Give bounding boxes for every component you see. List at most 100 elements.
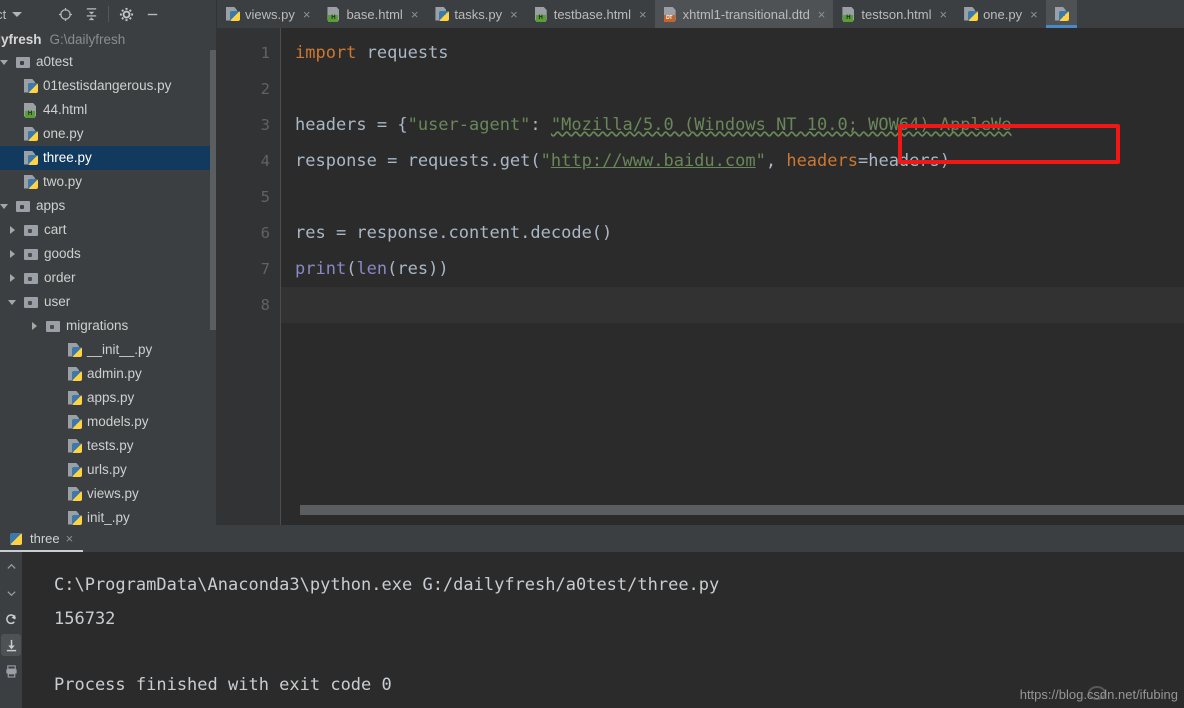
tree-row[interactable]: apps.py [0, 386, 216, 410]
tree-item-label: order [44, 270, 76, 286]
editor-tab-base-html[interactable]: base.html × [318, 0, 427, 28]
tree-row[interactable]: urls.py [0, 458, 216, 482]
tree-row[interactable]: 44.html [0, 98, 216, 122]
project-file-tree: a0test 01testisdangerous.py 44.html one.py t… [0, 50, 216, 525]
chevron-down-icon[interactable] [0, 201, 11, 212]
project-root-path: G:\dailyfresh [49, 31, 126, 47]
python-file-icon [964, 7, 979, 22]
editor-tab-partial-next[interactable] [1045, 0, 1077, 28]
chevron-right-icon[interactable] [8, 225, 19, 236]
tree-row[interactable]: __init__.py [0, 338, 216, 362]
tree-item-label: cart [44, 222, 67, 238]
chevron-down-icon[interactable] [1, 582, 21, 604]
tree-row[interactable]: models.py [0, 410, 216, 434]
project-panel-title[interactable]: ject [0, 7, 23, 22]
settings-gear-icon[interactable] [113, 1, 139, 27]
locate-icon[interactable] [52, 1, 78, 27]
python-file-icon [68, 343, 82, 358]
code-editor: 1 2 3 4 5 6 7 8 import requests headers = {"user… [216, 28, 1184, 525]
chevron-right-icon[interactable] [8, 273, 19, 284]
editor-tab-label: one.py [983, 6, 1023, 22]
tree-row-selected[interactable]: three.py [0, 146, 216, 170]
run-console-output[interactable]: C:\ProgramData\Anaconda3\python.exe G:/d… [22, 552, 1184, 708]
code-line-3: headers = {"user-agent": "Mozilla/5.0 (W… [281, 107, 1184, 143]
tree-item-label: three.py [43, 150, 92, 166]
code-line-4: response = requests.get("http://www.baid… [281, 143, 1184, 179]
editor-tab-xhtml1-transitional-dtd[interactable]: xhtml1-transitional.dtd × [654, 0, 834, 28]
project-root-row[interactable]: ailyfresh G:\dailyfresh [0, 28, 216, 50]
scroll-to-end-icon[interactable] [1, 634, 21, 656]
close-icon[interactable]: × [411, 8, 419, 21]
python-file-icon [68, 367, 82, 382]
line-number: 6 [260, 224, 270, 242]
code-token: " [755, 151, 766, 171]
close-icon[interactable]: × [939, 8, 947, 21]
tree-row[interactable]: goods [0, 242, 216, 266]
tree-item-label: user [44, 294, 71, 310]
tree-row[interactable]: two.py [0, 170, 216, 194]
code-token: " [540, 151, 551, 171]
tree-item-label: 44.html [43, 102, 88, 118]
chevron-down-icon[interactable] [12, 11, 23, 17]
code-line-6: res = response.content.decode() [281, 215, 1184, 251]
watermark-text: https://blog.csdn.net/ifubing [1019, 687, 1178, 702]
tree-row[interactable]: user [0, 290, 216, 314]
rerun-icon[interactable] [1, 608, 21, 630]
editor-tab-tasks-py[interactable]: tasks.py × [426, 0, 526, 28]
tree-row[interactable]: migrations [0, 314, 216, 338]
rerun-icon-svg [5, 613, 16, 624]
python-file-icon [1055, 7, 1069, 22]
tree-row[interactable]: init_.py [0, 506, 216, 525]
tree-row[interactable]: cart [0, 218, 216, 242]
tree-row[interactable]: order [0, 266, 216, 290]
chevron-right-icon[interactable] [30, 321, 41, 332]
editor-code-area[interactable]: import requests headers = {"user-agent": … [281, 28, 1184, 525]
tree-row[interactable]: admin.py [0, 362, 216, 386]
editor-horizontal-scrollbar[interactable] [300, 505, 1184, 515]
code-token: res = response.content.decode() [295, 223, 613, 243]
project-tool-icons [52, 1, 165, 27]
editor-tab-bar: views.py×base.html×tasks.py×testbase.htm… [216, 0, 1184, 28]
tree-row[interactable]: one.py [0, 122, 216, 146]
tree-row[interactable]: a0test [0, 50, 216, 74]
python-file-icon [68, 391, 82, 406]
chevron-down-icon[interactable] [8, 297, 19, 308]
tree-row[interactable]: apps [0, 194, 216, 218]
close-icon[interactable]: × [639, 8, 647, 21]
editor-tab-views-py[interactable]: views.py × [217, 0, 319, 28]
console-line: 156732 [54, 609, 116, 629]
editor-tab-testbase-html[interactable]: testbase.html × [525, 0, 655, 28]
code-line-8 [281, 287, 1184, 323]
chevron-right-icon[interactable] [8, 249, 19, 260]
print-icon[interactable] [1, 660, 21, 682]
editor-gutter: 1 2 3 4 5 6 7 8 [216, 28, 280, 525]
close-icon[interactable]: × [818, 8, 826, 21]
python-file-icon [68, 439, 82, 454]
close-icon[interactable]: × [303, 8, 311, 21]
tree-row[interactable]: tests.py [0, 434, 216, 458]
minimize-icon[interactable] [139, 1, 165, 27]
chevron-down-icon[interactable] [0, 57, 11, 68]
collapse-all-icon[interactable] [78, 1, 104, 27]
console-line: Process finished with exit code 0 [54, 675, 392, 695]
tree-item-label: views.py [87, 486, 139, 502]
editor-tab-label: xhtml1-transitional.dtd [682, 6, 810, 22]
html-file-icon [24, 103, 38, 118]
line-number: 1 [260, 44, 270, 62]
tree-row[interactable]: 01testisdangerous.py [0, 74, 216, 98]
collapse-all-icon-svg [86, 7, 96, 20]
editor-tab-testson-html[interactable]: testson.html × [833, 0, 956, 28]
run-tab-three[interactable]: three × [0, 525, 84, 552]
line-number: 3 [260, 116, 270, 134]
tree-row[interactable]: views.py [0, 482, 216, 506]
html-file-icon [535, 7, 549, 22]
tree-item-label: init_.py [87, 510, 130, 525]
close-icon[interactable]: × [1030, 8, 1038, 21]
close-icon[interactable]: × [510, 8, 518, 21]
chevron-up-icon[interactable] [1, 556, 21, 578]
close-icon[interactable]: × [66, 531, 74, 546]
code-token: http://www.baidu.com [550, 151, 756, 171]
editor-tab-one-py[interactable]: one.py × [955, 0, 1046, 28]
tree-item-label: apps.py [87, 390, 135, 406]
editor-tab-label: tasks.py [454, 6, 503, 22]
